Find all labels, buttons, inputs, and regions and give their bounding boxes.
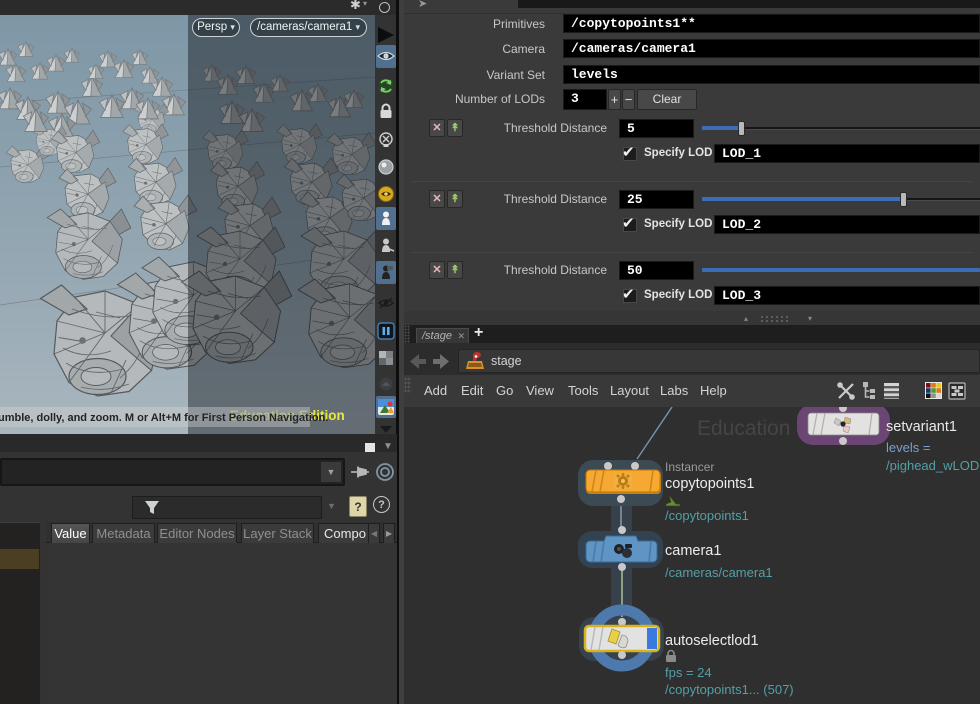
svg-text:levels =: levels = <box>886 440 930 455</box>
svg-text:camera1: camera1 <box>665 543 721 559</box>
svg-text:autoselectlod1: autoselectlod1 <box>665 633 759 649</box>
svg-text:Instancer: Instancer <box>665 460 714 474</box>
svg-text:setvariant1: setvariant1 <box>886 419 957 435</box>
svg-text:/copytopoints1... (507): /copytopoints1... (507) <box>665 682 794 697</box>
svg-text:umble, dolly, and zoom. M or A: umble, dolly, and zoom. M or Alt+M for F… <box>0 412 328 424</box>
svg-text:/cameras/camera1: /cameras/camera1 <box>665 565 773 580</box>
svg-text:/pighead_wLOD: /pighead_wLOD <box>886 458 979 473</box>
svg-text:copytopoints1: copytopoints1 <box>665 476 754 492</box>
svg-text:fps = 24: fps = 24 <box>665 665 712 680</box>
svg-text:/copytopoints1: /copytopoints1 <box>665 508 749 523</box>
